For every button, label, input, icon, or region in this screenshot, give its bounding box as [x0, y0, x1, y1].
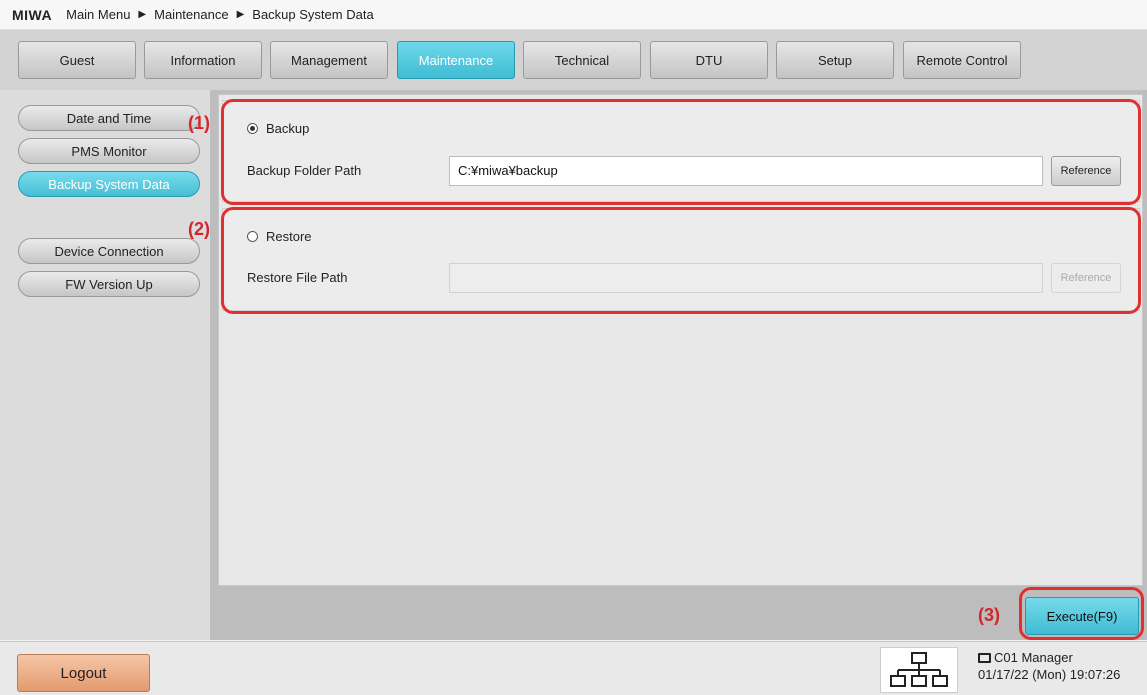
title-bar: MIWA Main Menu ▶ Maintenance ▶ Backup Sy…: [0, 0, 1147, 30]
restore-reference-button[interactable]: Reference: [1051, 263, 1121, 293]
sidebar-item-pms-monitor[interactable]: PMS Monitor: [18, 138, 200, 164]
sidebar-item-date-and-time[interactable]: Date and Time: [18, 105, 200, 131]
backup-reference-button[interactable]: Reference: [1051, 156, 1121, 186]
pc-icon: [978, 652, 991, 663]
annotation-label-3: (3): [978, 605, 1000, 625]
restore-file-path-label: Restore File Path: [247, 270, 348, 285]
annotation-label-2: (2): [188, 219, 210, 239]
breadcrumb-maintenance: Maintenance: [154, 7, 229, 22]
breadcrumb-backup-system-data: Backup System Data: [252, 7, 374, 22]
tab-maintenance[interactable]: Maintenance: [397, 41, 515, 79]
restore-file-path-input[interactable]: [449, 263, 1043, 293]
sidebar-item-device-connection[interactable]: Device Connection: [18, 238, 200, 264]
tab-remote-control[interactable]: Remote Control: [903, 41, 1021, 79]
brand-logo: MIWA: [12, 6, 53, 23]
tab-guest[interactable]: Guest: [18, 41, 136, 79]
backup-folder-path-input[interactable]: C:¥miwa¥backup: [449, 156, 1043, 186]
tab-technical[interactable]: Technical: [523, 41, 641, 79]
tab-dtu[interactable]: DTU: [650, 41, 768, 79]
network-icon: [880, 647, 958, 693]
backup-option-label: Backup: [266, 121, 310, 136]
backup-radio-button[interactable]: [247, 123, 258, 134]
tab-setup[interactable]: Setup: [776, 41, 894, 79]
execute-button[interactable]: Execute(F9): [1025, 597, 1139, 635]
logout-button[interactable]: Logout: [17, 654, 150, 692]
breadcrumb-main-menu: Main Menu: [66, 7, 131, 22]
tab-information[interactable]: Information: [144, 41, 262, 79]
main-tab-bar: Guest Information Management Maintenance…: [0, 30, 1147, 90]
sidebar: Date and Time PMS Monitor Backup System …: [0, 90, 210, 640]
backup-folder-path-label: Backup Folder Path: [247, 163, 362, 178]
terminal-user-label: C01 Manager: [994, 650, 1073, 665]
sidebar-item-fw-version-up[interactable]: FW Version Up: [18, 271, 200, 297]
triangle-right-icon: ▶: [236, 9, 245, 20]
network-icon-graphic: [890, 652, 948, 687]
annotation-label-1: (1): [188, 113, 210, 133]
terminal-user: C01 Manager: [978, 650, 1073, 665]
restore-radio-option[interactable]: Restore: [247, 229, 312, 244]
triangle-right-icon: ▶: [138, 9, 147, 20]
tab-management[interactable]: Management: [270, 41, 388, 79]
restore-radio-button[interactable]: [247, 231, 258, 242]
datetime-display: 01/17/22 (Mon) 19:07:26: [978, 667, 1121, 682]
footer-bar: Logout C01 Manager 01/17/22 (Mon) 19:07:…: [0, 641, 1147, 695]
backup-panel: Backup Backup Folder Path C:¥miwa¥backup…: [222, 100, 1140, 202]
restore-panel: Restore Restore File Path Reference: [222, 208, 1140, 311]
restore-option-label: Restore: [266, 229, 312, 244]
sidebar-item-backup-system-data[interactable]: Backup System Data: [18, 171, 200, 197]
backup-radio-option[interactable]: Backup: [247, 121, 309, 136]
